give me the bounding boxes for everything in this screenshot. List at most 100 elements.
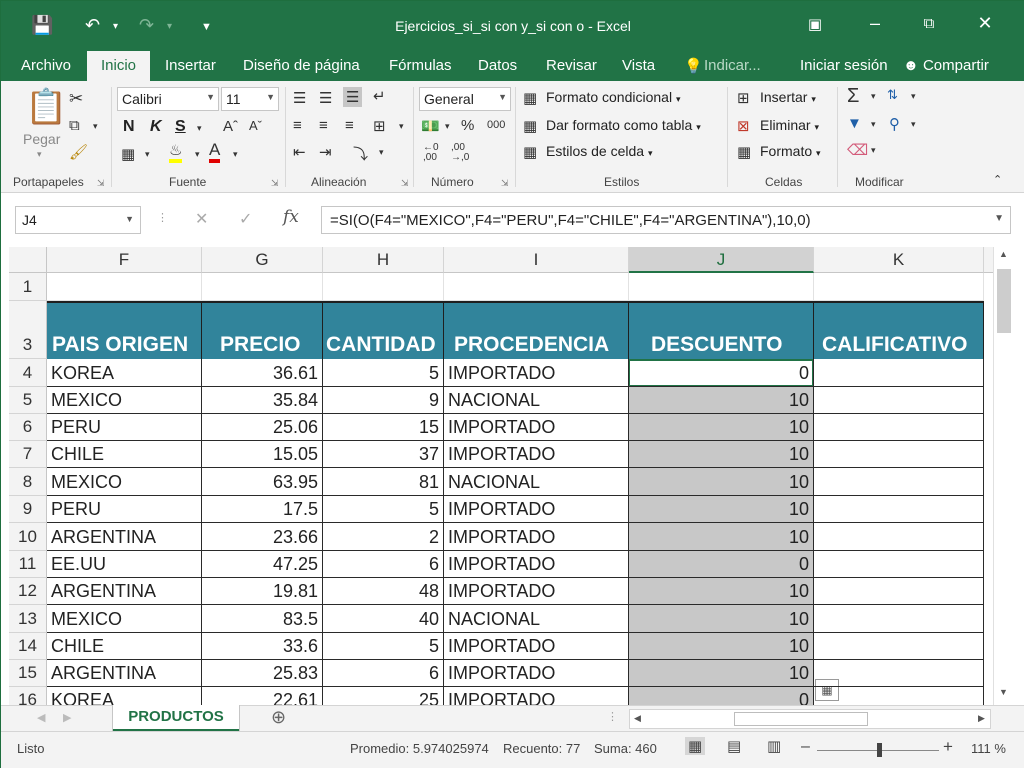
header-procedencia[interactable]: PROCEDENCIA [444, 303, 629, 359]
number-launcher-icon[interactable]: ⇲ [501, 178, 509, 189]
status-count[interactable]: Recuento: 77 [503, 741, 580, 756]
align-bottom-icon[interactable]: ☰ [343, 87, 363, 107]
orientation-icon[interactable]: ⤵ [353, 143, 368, 164]
wrap-text-icon[interactable]: ↵ [373, 87, 386, 105]
merge-center-icon[interactable]: ⊞ [373, 117, 386, 135]
next-sheet-icon[interactable]: ▶ [63, 711, 71, 724]
increase-font-icon[interactable]: Aˆ [223, 118, 238, 135]
cancel-icon[interactable]: ✕ [195, 209, 208, 229]
cell-pais[interactable]: EE.UU [47, 551, 202, 578]
cell-cantidad[interactable]: 6 [323, 660, 444, 687]
minimize-button[interactable]: – [859, 13, 891, 34]
cell-procedencia[interactable]: NACIONAL [444, 387, 629, 414]
delete-cells-button[interactable]: Eliminar ▾ [760, 117, 819, 133]
copy-icon[interactable]: ⧉ [69, 117, 80, 134]
header-cantidad[interactable]: CANTIDAD [323, 303, 444, 359]
fill-icon[interactable]: ▼ [847, 115, 862, 132]
cell-pais[interactable]: ARGENTINA [47, 523, 202, 551]
row-header[interactable]: 16 [9, 687, 47, 705]
cell-cantidad[interactable]: 6 [323, 551, 444, 578]
row-header[interactable]: 15 [9, 660, 47, 687]
delete-cells-icon[interactable]: ⊠ [737, 117, 750, 135]
align-left-icon[interactable]: ≡ [293, 117, 302, 134]
font-color-icon[interactable]: A [209, 141, 221, 163]
row-header[interactable]: 9 [9, 496, 47, 523]
decrease-font-icon[interactable]: Aˇ [249, 118, 262, 133]
cell-calificativo[interactable] [814, 387, 984, 414]
share-button[interactable]: ☻ Compartir [903, 57, 989, 74]
cell-pais[interactable]: CHILE [47, 633, 202, 660]
tab-datos[interactable]: Datos [478, 57, 517, 74]
font-size-select[interactable]: 11 ▼ [221, 87, 279, 111]
cell-pais[interactable]: MEXICO [47, 468, 202, 496]
cell-precio[interactable]: 35.84 [202, 387, 323, 414]
cell-procedencia[interactable]: IMPORTADO [444, 660, 629, 687]
column-header-f[interactable]: F [47, 247, 202, 273]
cell-procedencia[interactable]: IMPORTADO [444, 414, 629, 441]
cell-cantidad[interactable]: 37 [323, 441, 444, 468]
header-precio[interactable]: PRECIO [202, 303, 323, 359]
find-select-dropdown-icon[interactable]: ▾ [911, 119, 916, 130]
horizontal-scrollbar[interactable]: ◀ ▶ [629, 709, 991, 729]
borders-dropdown-icon[interactable]: ▾ [145, 149, 150, 160]
cell-precio[interactable]: 22.61 [202, 687, 323, 705]
cell-cantidad[interactable]: 40 [323, 605, 444, 633]
cell[interactable] [202, 273, 323, 301]
cell-styles-icon[interactable]: ▦ [523, 143, 537, 161]
ribbon-display-icon[interactable]: ▣ [799, 15, 831, 33]
cell-descuento[interactable]: 0 [629, 687, 814, 705]
cell[interactable] [47, 273, 202, 301]
cell-precio[interactable]: 19.81 [202, 578, 323, 605]
find-select-icon[interactable]: ⚲ [889, 115, 900, 133]
scroll-down-icon[interactable]: ▼ [999, 687, 1008, 697]
row-header[interactable]: 14 [9, 633, 47, 660]
cut-icon[interactable]: ✂ [69, 89, 83, 109]
zoom-slider-thumb[interactable] [877, 743, 882, 757]
cell-pais[interactable]: ARGENTINA [47, 660, 202, 687]
formula-input[interactable]: =SI(O(F4="MEXICO",F4="PERU",F4="CHILE",F… [321, 206, 1011, 234]
tab-inicio[interactable]: Inicio [87, 51, 151, 81]
scroll-up-icon[interactable]: ▲ [999, 249, 1008, 259]
column-header-g[interactable]: G [202, 247, 323, 273]
restore-button[interactable]: ⧉ [913, 15, 945, 32]
tab-vista[interactable]: Vista [622, 57, 655, 74]
cell-calificativo[interactable] [814, 441, 984, 468]
merge-dropdown-icon[interactable]: ▾ [399, 121, 404, 132]
decrease-decimal-icon[interactable]: ,00 →,0 [451, 143, 469, 163]
cell-precio[interactable]: 63.95 [202, 468, 323, 496]
conditional-format-button[interactable]: Formato condicional ▾ [546, 89, 680, 105]
tell-me-input[interactable]: Indicar... [704, 57, 761, 74]
cell-calificativo[interactable] [814, 414, 984, 441]
paste-label[interactable]: Pegar [23, 131, 60, 147]
percent-icon[interactable]: % [461, 117, 474, 134]
collapse-ribbon-icon[interactable]: ⌃ [993, 173, 1002, 186]
cell-precio[interactable]: 83.5 [202, 605, 323, 633]
cell-descuento[interactable]: 10 [629, 578, 814, 605]
cell-procedencia[interactable]: IMPORTADO [444, 551, 629, 578]
align-middle-icon[interactable]: ☰ [319, 89, 332, 107]
cell-calificativo[interactable] [814, 496, 984, 523]
cell-cantidad[interactable]: 5 [323, 496, 444, 523]
fill-color-icon[interactable]: ♨ [169, 143, 183, 163]
align-right-icon[interactable]: ≡ [345, 117, 354, 134]
orientation-dropdown-icon[interactable]: ▾ [379, 147, 384, 158]
cell-cantidad[interactable]: 9 [323, 387, 444, 414]
cell-calificativo[interactable] [814, 633, 984, 660]
column-header-k[interactable]: K [814, 247, 984, 273]
page-layout-view-icon[interactable]: ▤ [727, 737, 741, 755]
cell-descuento[interactable]: 10 [629, 468, 814, 496]
fill-color-dropdown-icon[interactable]: ▾ [195, 149, 200, 160]
cell-calificativo[interactable] [814, 578, 984, 605]
zoom-out-icon[interactable]: – [801, 738, 810, 756]
cell-pais[interactable]: PERU [47, 496, 202, 523]
cell-precio[interactable]: 25.83 [202, 660, 323, 687]
cell-cantidad[interactable]: 25 [323, 687, 444, 705]
underline-dropdown-icon[interactable]: ▾ [197, 123, 202, 134]
cell-precio[interactable]: 36.61 [202, 359, 323, 387]
align-center-icon[interactable]: ≡ [319, 117, 328, 134]
row-header[interactable]: 3 [9, 301, 47, 359]
cell-pais[interactable]: MEXICO [47, 605, 202, 633]
cell-descuento[interactable]: 10 [629, 496, 814, 523]
cell-cantidad[interactable]: 2 [323, 523, 444, 551]
cell-cantidad[interactable]: 15 [323, 414, 444, 441]
